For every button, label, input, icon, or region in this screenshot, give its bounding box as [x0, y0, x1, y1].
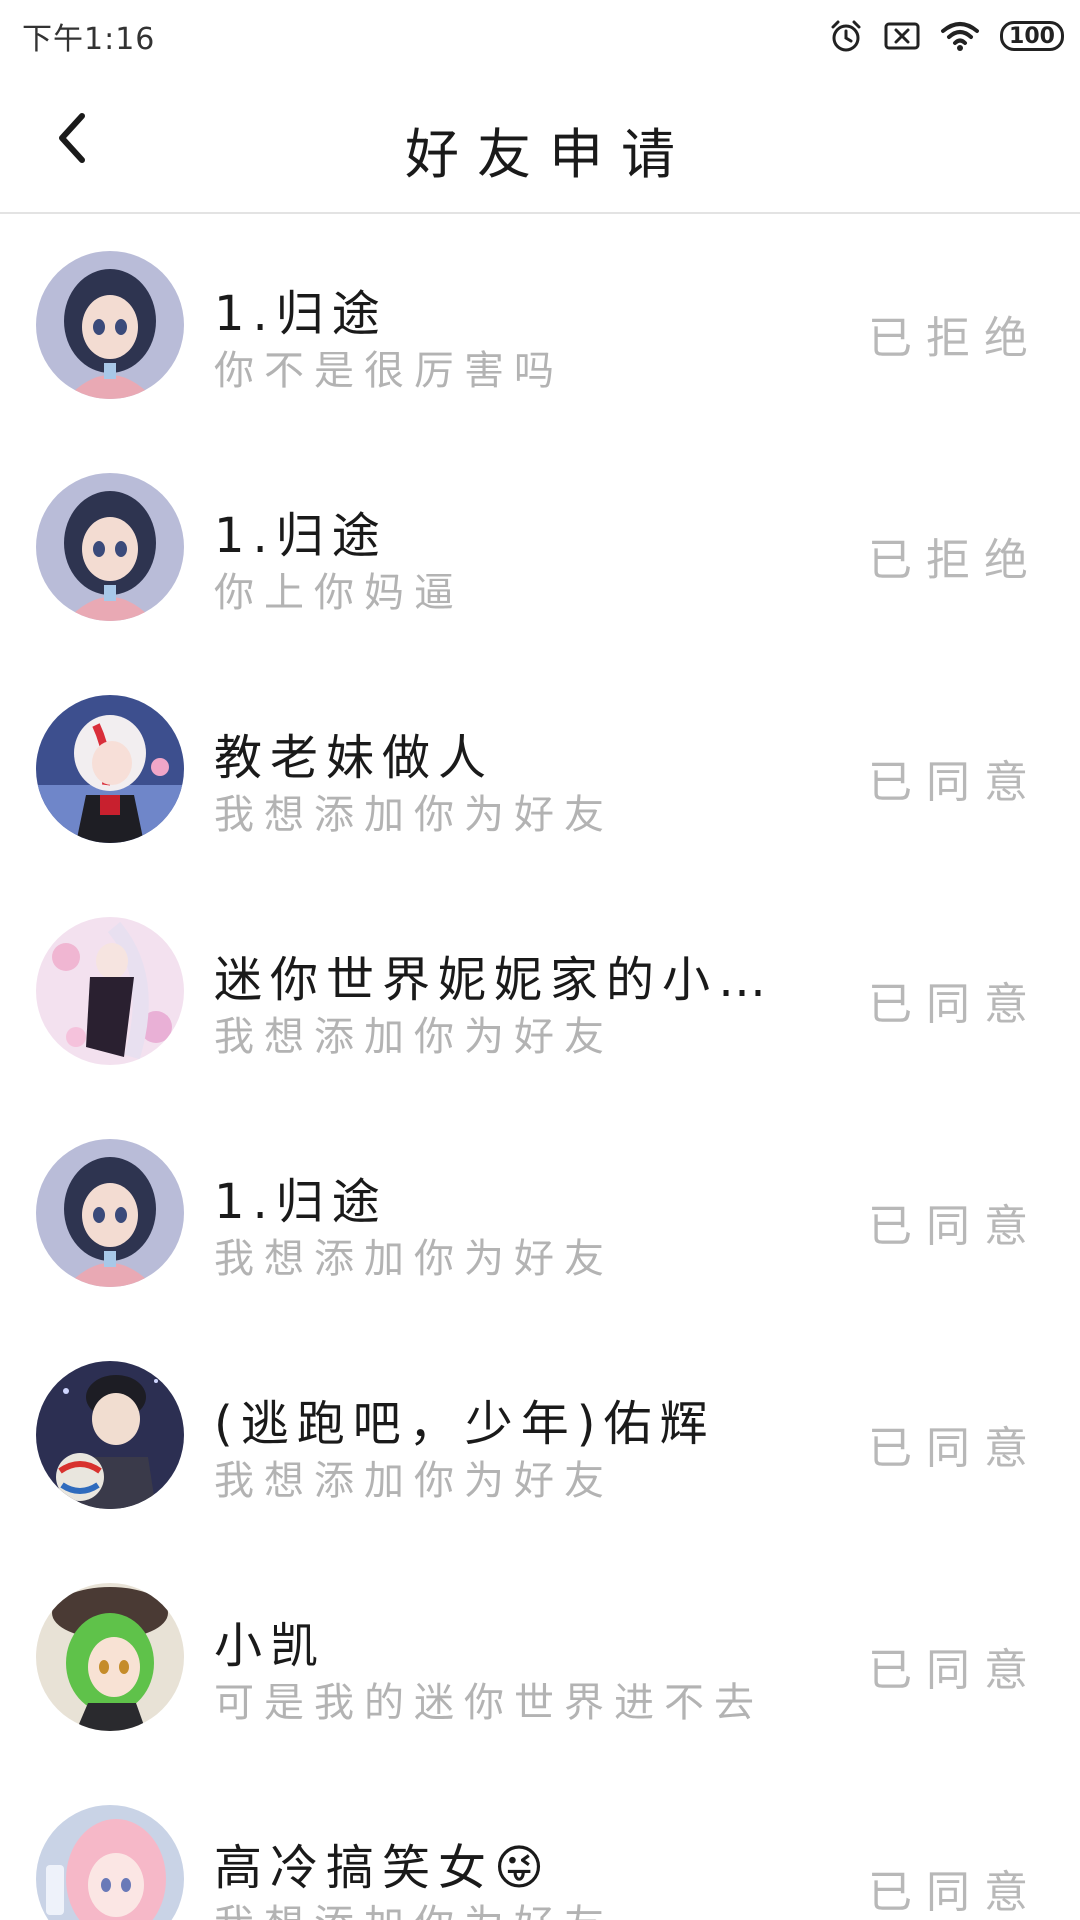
- avatar[interactable]: [36, 473, 184, 621]
- avatar[interactable]: [36, 1139, 184, 1287]
- friend-request-list: 1.归途 你不是很厉害吗 已拒绝 1.归途 你上你妈逼 已拒绝 教老妹做人 我想…: [0, 214, 1080, 1920]
- request-name: 教老妹做人: [214, 730, 495, 786]
- wifi-icon: [940, 19, 980, 53]
- header: 好友申请: [0, 72, 1080, 214]
- status-bar: 下午1:16 100: [0, 0, 1080, 72]
- request-item[interactable]: (逃跑吧，少年)佑辉 我想添加你为好友 已同意: [0, 1324, 1080, 1546]
- battery-icon: 100: [1000, 21, 1064, 51]
- request-status: 已同意: [868, 757, 1042, 808]
- no-sim-icon: [884, 21, 920, 51]
- request-message: 我想添加你为好友: [214, 1236, 614, 1282]
- request-message: 你不是很厉害吗: [214, 348, 564, 394]
- request-status: 已拒绝: [868, 313, 1042, 364]
- status-time: 下午1:16: [22, 22, 156, 57]
- request-item[interactable]: 教老妹做人 我想添加你为好友 已同意: [0, 658, 1080, 880]
- request-message: 可是我的迷你世界进不去: [214, 1680, 764, 1726]
- request-status: 已同意: [868, 1201, 1042, 1252]
- avatar[interactable]: [36, 917, 184, 1065]
- request-status: 已同意: [868, 979, 1042, 1030]
- request-message: 我想添加你为好友: [214, 1458, 614, 1504]
- request-item[interactable]: 小凯 可是我的迷你世界进不去 已同意: [0, 1546, 1080, 1768]
- request-status: 已同意: [868, 1645, 1042, 1696]
- request-name: 1.归途: [214, 508, 388, 564]
- avatar[interactable]: [36, 251, 184, 399]
- request-name: 小凯: [214, 1618, 327, 1674]
- request-message: 你上你妈逼: [214, 570, 464, 616]
- request-name: 1.归途: [214, 1174, 388, 1230]
- request-name: (逃跑吧，少年)佑辉: [214, 1396, 716, 1452]
- request-item[interactable]: 1.归途 我想添加你为好友 已同意: [0, 1102, 1080, 1324]
- avatar[interactable]: [36, 1805, 184, 1920]
- request-message: 我想添加你为好友: [214, 1892, 614, 1920]
- request-status: 已同意: [868, 1867, 1042, 1918]
- request-status: 已拒绝: [868, 535, 1042, 586]
- request-item[interactable]: 1.归途 你不是很厉害吗 已拒绝: [0, 214, 1080, 436]
- request-status: 已同意: [868, 1423, 1042, 1474]
- request-message: 我想添加你为好友: [214, 1014, 614, 1060]
- avatar[interactable]: [36, 695, 184, 843]
- request-message: 我想添加你为好友: [214, 792, 614, 838]
- request-item[interactable]: 1.归途 你上你妈逼 已拒绝: [0, 436, 1080, 658]
- request-name: 迷你世界妮妮家的小…: [214, 952, 775, 1008]
- avatar[interactable]: [36, 1361, 184, 1509]
- request-name: 高冷搞笑女😜: [214, 1840, 553, 1896]
- avatar[interactable]: [36, 1583, 184, 1731]
- request-name: 1.归途: [214, 286, 388, 342]
- status-icons: 100: [828, 14, 1064, 58]
- request-item[interactable]: 高冷搞笑女😜 我想添加你为好友 已同意: [0, 1768, 1080, 1920]
- page-title: 好友申请: [405, 123, 693, 186]
- alarm-icon: [828, 18, 864, 54]
- request-item[interactable]: 迷你世界妮妮家的小… 我想添加你为好友 已同意: [0, 880, 1080, 1102]
